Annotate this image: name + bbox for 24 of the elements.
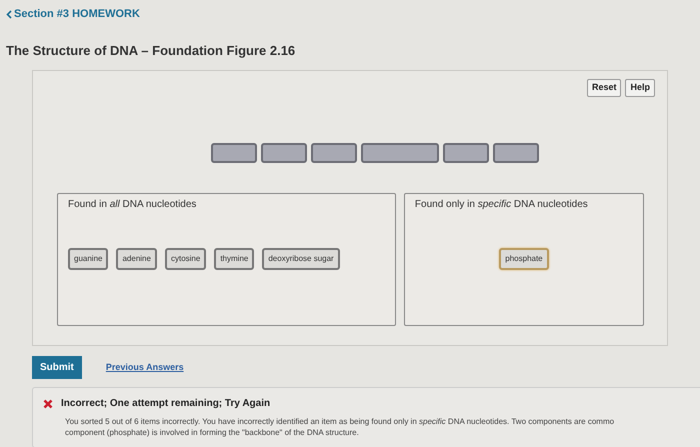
bin-label: Found only in specific DNA nucleotides bbox=[414, 198, 589, 212]
back-link[interactable]: Section #3 HOMEWORK bbox=[6, 6, 140, 22]
toolbar-button[interactable]: Help bbox=[625, 79, 655, 97]
toolbar-button[interactable]: Reset bbox=[586, 79, 622, 97]
drop-slot[interactable] bbox=[493, 142, 539, 163]
draggable-tile[interactable]: cytosine bbox=[164, 248, 206, 270]
draggable-tile[interactable]: guanine bbox=[68, 248, 108, 270]
drop-slot[interactable] bbox=[211, 142, 257, 163]
draggable-tile[interactable]: thymine bbox=[214, 248, 254, 270]
feedback-text: component (phosphate) is involved in forming the "backbone" of the DNA structure. bbox=[65, 428, 360, 439]
drop-slot[interactable] bbox=[443, 142, 489, 163]
drop-slot[interactable] bbox=[361, 142, 439, 163]
draggable-tile[interactable]: adenine bbox=[116, 248, 157, 270]
chevron-left-icon bbox=[6, 10, 12, 19]
drop-slot[interactable] bbox=[311, 142, 357, 163]
feedback-text: You sorted 5 out of 6 items incorrectly. You have incorrectly identified an item as being found only in specific DNA nucleotides. Two components are commo bbox=[65, 417, 616, 428]
drop-slot[interactable] bbox=[261, 142, 307, 163]
previous-answers-link[interactable]: Previous Answers bbox=[106, 361, 184, 374]
draggable-tile[interactable]: phosphate bbox=[499, 248, 549, 270]
bin-label: Found in all DNA nucleotides bbox=[68, 198, 198, 212]
page-title: The Structure of DNA – Foundation Figure 2.16 bbox=[6, 42, 296, 60]
draggable-tile[interactable]: deoxyribose sugar bbox=[262, 248, 340, 270]
feedback-heading: Incorrect; One attempt remaining; Try Again bbox=[61, 397, 270, 412]
submit-button[interactable]: Submit bbox=[32, 356, 82, 380]
